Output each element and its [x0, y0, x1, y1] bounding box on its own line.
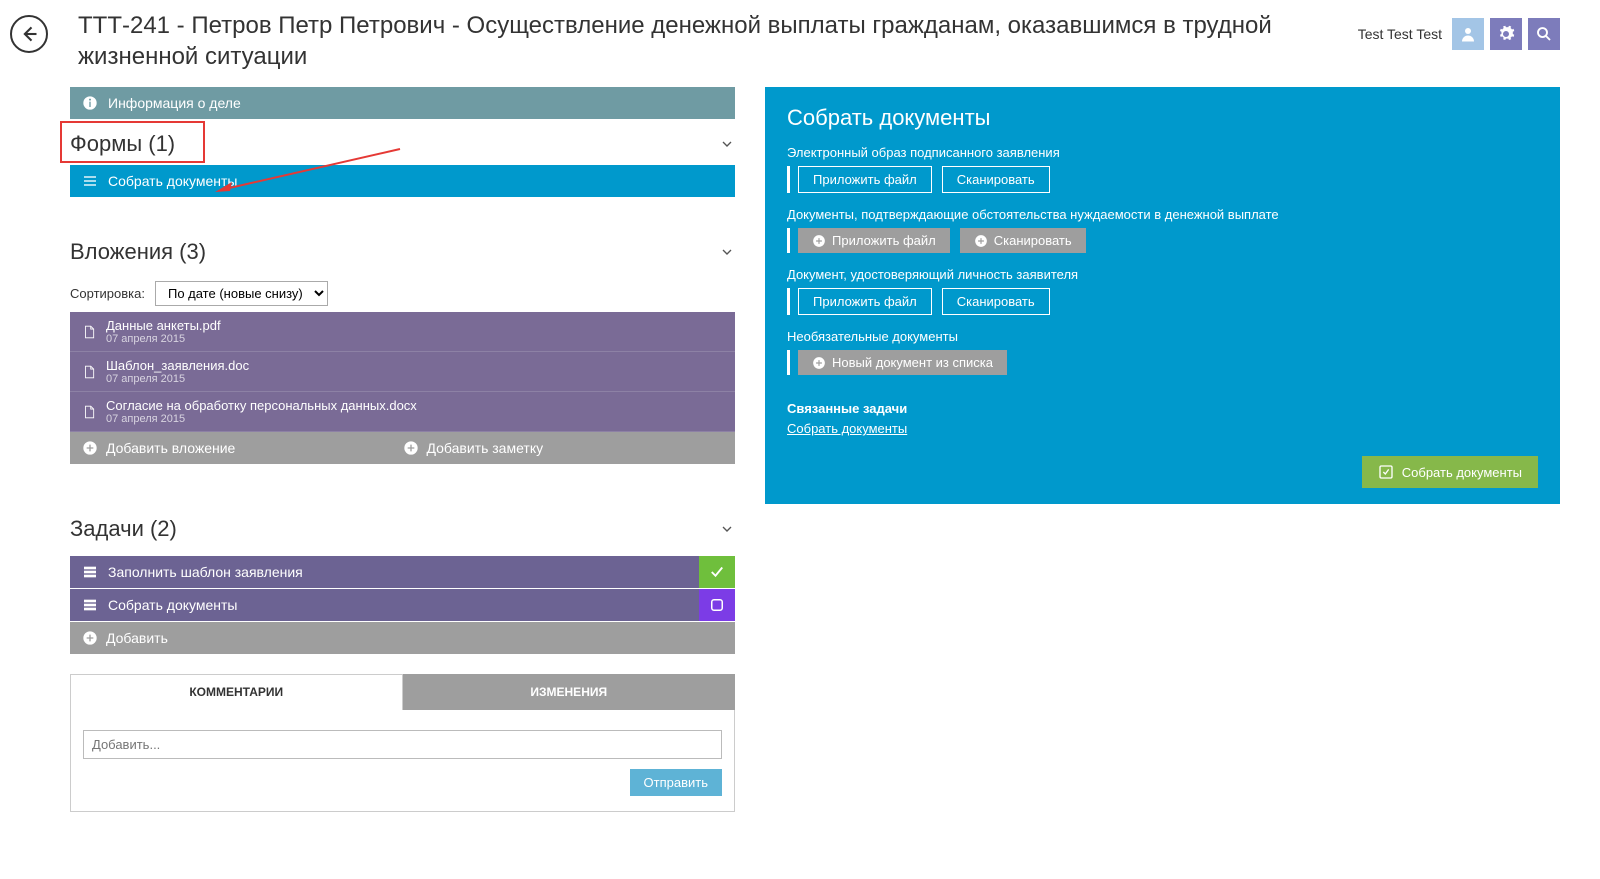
attachments-title: Вложения (3) [70, 239, 206, 265]
attachment-name: Согласие на обработку персональных данны… [106, 398, 417, 413]
search-button[interactable] [1528, 18, 1560, 50]
gear-icon [1497, 25, 1515, 43]
plus-circle-icon [403, 440, 419, 456]
check-icon [708, 563, 726, 581]
attachment-item[interactable]: Шаблон_заявления.doc 07 апреля 2015 [70, 352, 735, 392]
info-bar-label: Информация о деле [108, 95, 241, 111]
tab-comments[interactable]: КОММЕНТАРИИ [70, 674, 403, 710]
tasks-title: Задачи (2) [70, 516, 177, 542]
plus-circle-icon [82, 440, 98, 456]
square-icon [708, 596, 726, 614]
user-label: Test Test Test [1358, 26, 1442, 42]
list-icon [82, 173, 98, 189]
add-note-label: Добавить заметку [427, 440, 544, 456]
user-icon [1459, 25, 1477, 43]
info-bar[interactable]: Информация о деле [70, 87, 735, 119]
related-task-link[interactable]: Собрать документы [787, 421, 907, 436]
send-button[interactable]: Отправить [630, 769, 722, 796]
chevron-down-icon [719, 136, 735, 152]
document-icon [82, 404, 96, 420]
panel-group-label: Документы, подтверждающие обстоятельства… [787, 207, 1538, 222]
collect-label: Собрать документы [108, 173, 237, 189]
add-task-button[interactable]: Добавить [82, 630, 168, 646]
task-item[interactable]: Собрать документы [70, 589, 735, 622]
attachment-date: 07 апреля 2015 [106, 333, 221, 345]
plus-circle-icon [812, 234, 826, 248]
forms-section-header[interactable]: Формы (1) [70, 119, 735, 165]
add-note-button[interactable]: Добавить заметку [403, 440, 724, 456]
panel-title: Собрать документы [787, 105, 1538, 131]
comment-input[interactable] [83, 730, 722, 759]
sort-select[interactable]: По дате (новые снизу) [155, 281, 328, 306]
plus-circle-icon [812, 356, 826, 370]
add-task-label: Добавить [106, 630, 168, 646]
panel-group-label: Электронный образ подписанного заявления [787, 145, 1538, 160]
arrow-left-icon [19, 24, 39, 44]
document-icon [82, 324, 96, 340]
attachment-date: 07 апреля 2015 [106, 373, 249, 385]
scan-button[interactable]: Сканировать [942, 166, 1050, 193]
attachment-date: 07 апреля 2015 [106, 413, 417, 425]
attach-file-button[interactable]: Приложить файл [798, 288, 932, 315]
info-icon [82, 95, 98, 111]
collect-documents-bar[interactable]: Собрать документы [70, 165, 735, 197]
check-square-icon [1378, 464, 1394, 480]
attachment-name: Шаблон_заявления.doc [106, 358, 249, 373]
chevron-down-icon [719, 244, 735, 260]
attach-file-button[interactable]: Приложить файл [798, 228, 950, 253]
plus-circle-icon [82, 630, 98, 646]
chevron-down-icon [719, 521, 735, 537]
tab-changes[interactable]: ИЗМЕНЕНИЯ [403, 674, 736, 710]
task-item[interactable]: Заполнить шаблон заявления [70, 556, 735, 589]
scan-button[interactable]: Сканировать [942, 288, 1050, 315]
task-name: Заполнить шаблон заявления [108, 564, 303, 580]
tasks-section-header[interactable]: Задачи (2) [70, 504, 735, 550]
back-button[interactable] [10, 15, 48, 53]
documents-panel: Собрать документы Электронный образ подп… [765, 87, 1560, 504]
new-doc-button[interactable]: Новый документ из списка [798, 350, 1007, 375]
user-button[interactable] [1452, 18, 1484, 50]
scan-button[interactable]: Сканировать [960, 228, 1086, 253]
attachments-section-header[interactable]: Вложения (3) [70, 227, 735, 273]
add-attachment-label: Добавить вложение [106, 440, 235, 456]
task-status-pending[interactable] [699, 589, 735, 621]
forms-title: Формы (1) [70, 131, 175, 157]
panel-group-label: Документ, удостоверяющий личность заявит… [787, 267, 1538, 282]
search-icon [1535, 25, 1553, 43]
plus-circle-icon [974, 234, 988, 248]
page-title: ТТТ-241 - Петров Петр Петрович - Осущест… [78, 10, 1348, 72]
task-icon [82, 564, 98, 580]
settings-button[interactable] [1490, 18, 1522, 50]
attachment-name: Данные анкеты.pdf [106, 318, 221, 333]
collect-documents-button[interactable]: Собрать документы [1362, 456, 1538, 488]
task-name: Собрать документы [108, 597, 237, 613]
task-status-done[interactable] [699, 556, 735, 588]
sort-label: Сортировка: [70, 286, 145, 301]
task-icon [82, 597, 98, 613]
attach-file-button[interactable]: Приложить файл [798, 166, 932, 193]
add-attachment-button[interactable]: Добавить вложение [82, 440, 403, 456]
attachment-item[interactable]: Данные анкеты.pdf 07 апреля 2015 [70, 312, 735, 352]
attachment-item[interactable]: Согласие на обработку персональных данны… [70, 392, 735, 432]
document-icon [82, 364, 96, 380]
panel-group-label: Необязательные документы [787, 329, 1538, 344]
related-tasks-title: Связанные задачи [787, 401, 1538, 416]
